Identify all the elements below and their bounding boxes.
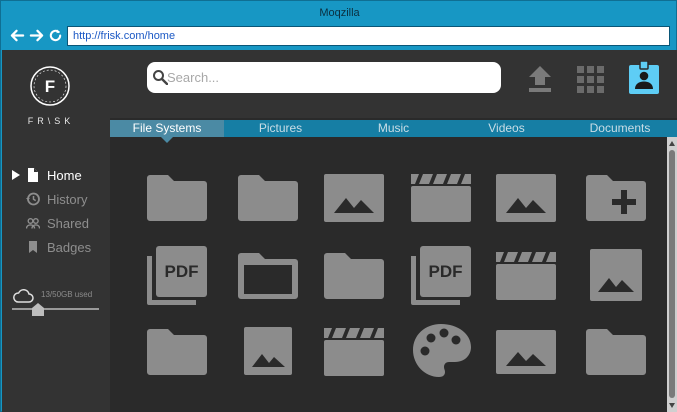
profile-badge-icon[interactable] — [629, 61, 659, 94]
frisk-logo: F — [30, 66, 70, 106]
folder-add-icon — [586, 175, 646, 221]
folder-icon — [586, 329, 646, 375]
tab-label: Pictures — [258, 121, 303, 135]
category-tabs: File Systems Pictures Music Videos Docum… — [110, 120, 677, 143]
tab-label: Music — [377, 121, 410, 135]
file-item-video[interactable] — [491, 243, 561, 309]
forward-arrow-icon[interactable] — [28, 27, 44, 43]
page-viewport: F FR\SK Home History Shared Badges 13/50… — [2, 50, 677, 412]
image-icon — [244, 327, 292, 375]
browser-window: Moqzilla http://frisk.com/home F FR\SK H… — [0, 0, 677, 412]
brand-name: FR\SK — [27, 116, 75, 126]
folder-outline-icon — [238, 253, 298, 299]
people-icon — [26, 218, 40, 229]
back-arrow-icon[interactable] — [9, 27, 25, 43]
window-title: Moqzilla — [319, 7, 360, 19]
pdf-icon: PDF — [411, 246, 471, 305]
tab-label: Videos — [488, 121, 525, 135]
vertical-scrollbar[interactable] — [667, 137, 677, 412]
scroll-up-arrow-icon[interactable] — [669, 141, 675, 146]
top-toolbar — [110, 50, 677, 118]
image-icon — [496, 174, 556, 222]
video-clapper-icon — [496, 252, 556, 300]
file-item-new-folder[interactable] — [581, 165, 651, 231]
svg-text:PDF: PDF — [165, 262, 199, 281]
tab-file-systems[interactable]: File Systems — [110, 120, 224, 143]
file-item-folder[interactable] — [319, 243, 389, 309]
file-item-video[interactable] — [406, 165, 476, 231]
file-item-pdf[interactable]: PDF — [142, 243, 212, 309]
sidebar-item-shared[interactable]: Shared — [2, 212, 110, 234]
file-grid: PDF PDF — [110, 137, 667, 412]
svg-text:PDF: PDF — [429, 262, 463, 281]
cloud-icon — [13, 288, 34, 303]
sidebar-item-history[interactable]: History — [2, 188, 110, 210]
image-icon — [590, 249, 642, 301]
search-input[interactable] — [167, 66, 487, 88]
search-box[interactable] — [147, 62, 501, 93]
search-icon — [153, 70, 168, 85]
tab-documents[interactable]: Documents — [563, 120, 677, 137]
file-icon — [28, 168, 38, 182]
apps-grid-icon[interactable] — [577, 66, 604, 93]
folder-icon — [238, 175, 298, 221]
scrollbar-thumb[interactable] — [669, 150, 675, 398]
palette-icon — [413, 324, 471, 377]
tab-label: Documents — [589, 121, 651, 135]
sidebar-item-label: History — [47, 191, 88, 207]
tab-music[interactable]: Music — [337, 120, 450, 137]
file-item-video[interactable] — [319, 319, 389, 385]
tab-pictures[interactable]: Pictures — [224, 120, 337, 137]
video-clapper-icon — [324, 328, 384, 376]
file-item-folder[interactable] — [142, 165, 212, 231]
tab-videos[interactable]: Videos — [450, 120, 563, 137]
upload-icon[interactable] — [528, 66, 552, 92]
folder-icon — [147, 175, 207, 221]
file-item-image[interactable] — [319, 165, 389, 231]
logo-letter: F — [45, 77, 55, 96]
pdf-icon: PDF — [147, 246, 207, 305]
refresh-icon[interactable] — [47, 27, 63, 43]
folder-icon — [147, 329, 207, 375]
sidebar-item-label: Home — [47, 167, 82, 183]
caret-right-icon — [12, 170, 20, 180]
image-icon — [496, 330, 556, 374]
scroll-down-arrow-icon[interactable] — [669, 403, 675, 408]
storage-slider-thumb[interactable] — [32, 303, 44, 316]
bookmark-icon — [29, 241, 37, 253]
file-item-palette[interactable] — [406, 319, 476, 385]
sidebar-item-badges[interactable]: Badges — [2, 236, 110, 258]
history-icon — [26, 192, 40, 206]
sidebar-item-home[interactable]: Home — [2, 164, 110, 186]
sidebar: F FR\SK Home History Shared Badges 13/50… — [2, 50, 110, 412]
sidebar-item-label: Shared — [47, 215, 89, 231]
file-item-folder[interactable] — [233, 165, 303, 231]
address-bar[interactable]: http://frisk.com/home — [67, 26, 670, 46]
sidebar-item-label: Badges — [47, 239, 92, 255]
storage-usage-text: 13/50GB used — [41, 290, 93, 299]
tab-label: File Systems — [132, 121, 202, 135]
video-clapper-icon — [411, 174, 471, 222]
folder-icon — [324, 253, 384, 299]
file-item-folder[interactable] — [142, 319, 212, 385]
file-item-image[interactable] — [233, 319, 303, 385]
file-item-image[interactable] — [491, 165, 561, 231]
file-item-folder[interactable] — [581, 319, 651, 385]
image-icon — [324, 174, 384, 222]
file-item-folder-open[interactable] — [233, 243, 303, 309]
file-item-image[interactable] — [491, 319, 561, 385]
file-item-pdf[interactable]: PDF — [406, 243, 476, 309]
file-item-image[interactable] — [581, 243, 651, 309]
storage-slider-track — [12, 308, 99, 310]
